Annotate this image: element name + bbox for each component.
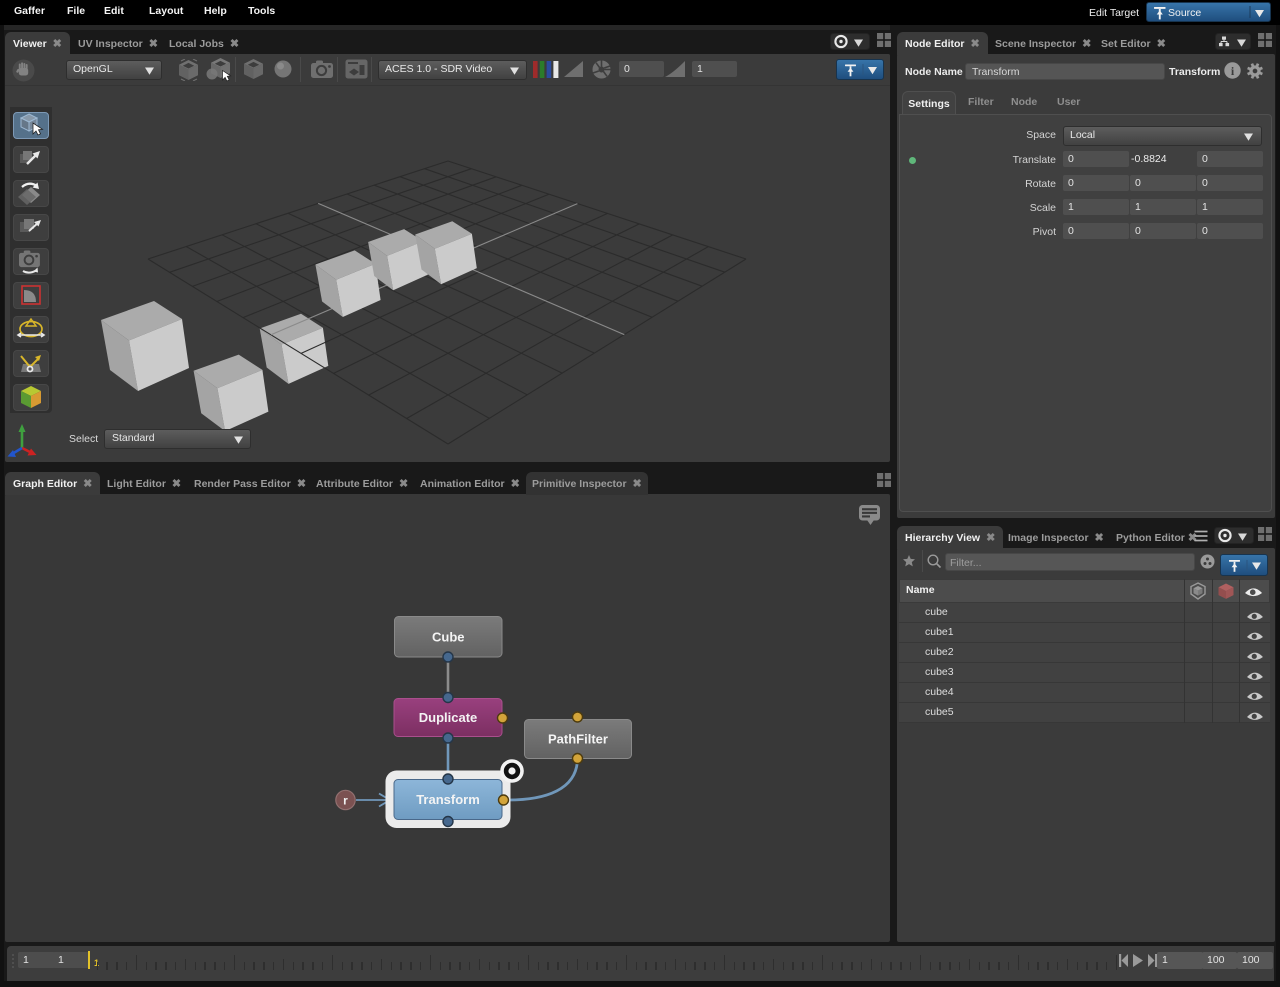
svg-text:Duplicate: Duplicate <box>419 710 478 725</box>
svg-text:r: r <box>343 794 348 808</box>
svg-text:Transform: Transform <box>416 792 480 807</box>
svg-text:PathFilter: PathFilter <box>548 732 608 747</box>
svg-text:Source: Source <box>1168 7 1201 19</box>
svg-text:Cube: Cube <box>432 629 465 644</box>
